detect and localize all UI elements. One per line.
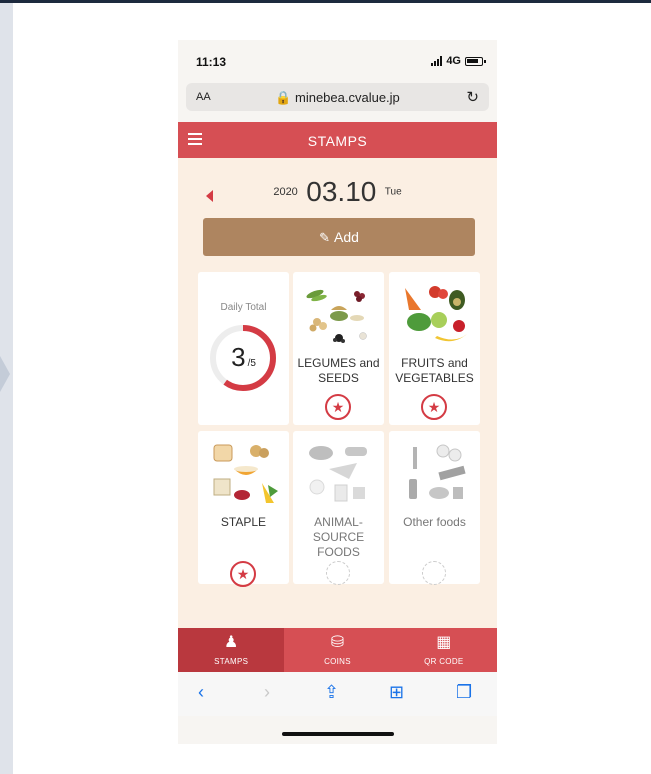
home-indicator [282, 732, 394, 736]
daily-total-label: Daily Total [220, 302, 267, 313]
star-stamp-icon: ★ [230, 561, 256, 587]
bookmarks-icon[interactable]: ⊞ [389, 682, 404, 703]
phone-screen: 11:13 4G AA 🔒 minebea.cvalue.jp ↻ STAMPS… [178, 40, 497, 744]
stamp-icon: ♟ [223, 634, 239, 651]
daily-total-card: Daily Total 3/5 [198, 272, 289, 425]
category-label: ANIMAL-SOURCE FOODS [312, 515, 365, 559]
category-label: STAPLE [220, 515, 267, 529]
star-stamp-icon: ★ [325, 394, 351, 420]
daily-total-count: 3 [231, 342, 246, 372]
tab-label: COINS [324, 657, 351, 666]
animal-source-foods-image [309, 446, 367, 502]
other-foods-image [409, 444, 466, 499]
daily-total-value: 3/5 [198, 342, 289, 373]
address-bar[interactable]: AA 🔒 minebea.cvalue.jp ↻ [186, 83, 489, 111]
reload-icon[interactable]: ↻ [466, 88, 479, 106]
battery-icon [465, 56, 486, 66]
tabs-icon[interactable]: ❐ [456, 682, 472, 703]
category-card-animal-source[interactable]: ANIMAL-SOURCE FOODS [293, 431, 384, 585]
lock-icon: 🔒 [275, 90, 292, 105]
tab-label: STAMPS [214, 657, 249, 666]
status-bar: 11:13 4G [178, 40, 497, 80]
empty-stamp-slot [326, 561, 350, 585]
category-card-staple[interactable]: STAPLE ★ [198, 431, 289, 587]
coins-icon: ⛁ [330, 634, 345, 651]
empty-stamp-slot [422, 561, 446, 585]
bottom-tab-bar: ♟ STAMPS ⛁ COINS ▦ QR CODE [178, 628, 497, 672]
date-year: 2020 [273, 186, 298, 198]
qr-code-icon: ▦ [436, 634, 452, 651]
back-icon[interactable]: ‹ [198, 682, 204, 703]
date-weekday: Tue [384, 186, 402, 198]
tab-stamps[interactable]: ♟ STAMPS [178, 628, 285, 672]
tab-qr-code[interactable]: ▦ QR CODE [391, 628, 497, 672]
left-expand-arrow-icon[interactable] [0, 356, 10, 392]
forward-icon[interactable]: › [264, 682, 270, 703]
staple-image [213, 444, 278, 503]
category-label: FRUITS and VEGETABLES [395, 356, 474, 385]
category-card-other-foods[interactable]: Other foods [389, 431, 480, 585]
add-button-label: Add [333, 229, 359, 245]
status-time: 11:13 [196, 55, 227, 69]
category-card-fruits-vegetables[interactable]: FRUITS and VEGETABLES ★ [389, 272, 480, 425]
app-header: STAMPS [178, 122, 497, 158]
legumes-seeds-image [306, 289, 367, 343]
fruits-vegetables-image [405, 286, 467, 342]
category-label: LEGUMES and SEEDS [297, 356, 380, 385]
tab-label: QR CODE [424, 657, 464, 666]
url-display[interactable]: 🔒 minebea.cvalue.jp [186, 90, 489, 106]
category-card-legumes[interactable]: LEGUMES and SEEDS ★ [293, 272, 384, 425]
add-button[interactable]: ✎ Add [203, 218, 475, 256]
pencil-icon: ✎ [319, 230, 330, 245]
daily-total-goal: /5 [247, 358, 256, 369]
current-date: 2020 03.10 Tue [178, 176, 497, 208]
main-content: 2020 03.10 Tue ✎ Add Daily Total 3/5 LEG… [178, 158, 497, 628]
category-label: Other foods [403, 515, 466, 529]
page-title: STAMPS [307, 133, 368, 149]
url-text: minebea.cvalue.jp [295, 90, 400, 105]
network-type: 4G [446, 55, 461, 67]
signal-icon [431, 56, 443, 66]
date-navigator: 2020 03.10 Tue [178, 176, 497, 216]
star-stamp-icon: ★ [421, 394, 447, 420]
browser-toolbar: ‹ › ⇪ ⊞ ❐ [178, 672, 497, 716]
share-icon[interactable]: ⇪ [324, 682, 339, 703]
tab-coins[interactable]: ⛁ COINS [284, 628, 390, 672]
date-month-day: 03.10 [306, 176, 377, 207]
status-right: 4G [431, 55, 486, 67]
top-border [0, 0, 651, 3]
